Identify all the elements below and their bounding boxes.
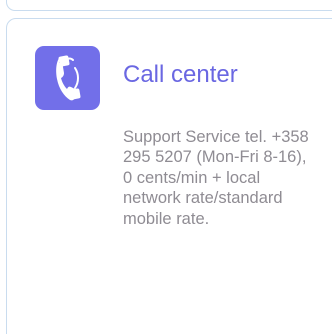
description-line: mobile rate. [123, 209, 210, 228]
phone-icon-tile [35, 46, 100, 110]
page: Call center Support Service tel. +358 29… [0, 0, 332, 334]
previous-card [6, 0, 332, 11]
card-description: Support Service tel. +358 295 5207 (Mon-… [123, 127, 332, 229]
card-title: Call center [123, 61, 238, 88]
call-center-card: Call center Support Service tel. +358 29… [6, 18, 332, 334]
description-line: 0 cents/min + local [123, 168, 261, 187]
description-line: network rate/standard [123, 189, 283, 208]
description-line: 295 5207 (Mon-Fri 8-16), [123, 148, 307, 167]
description-line: Support Service tel. +358 [123, 128, 309, 146]
phone-handset-icon [55, 55, 80, 101]
